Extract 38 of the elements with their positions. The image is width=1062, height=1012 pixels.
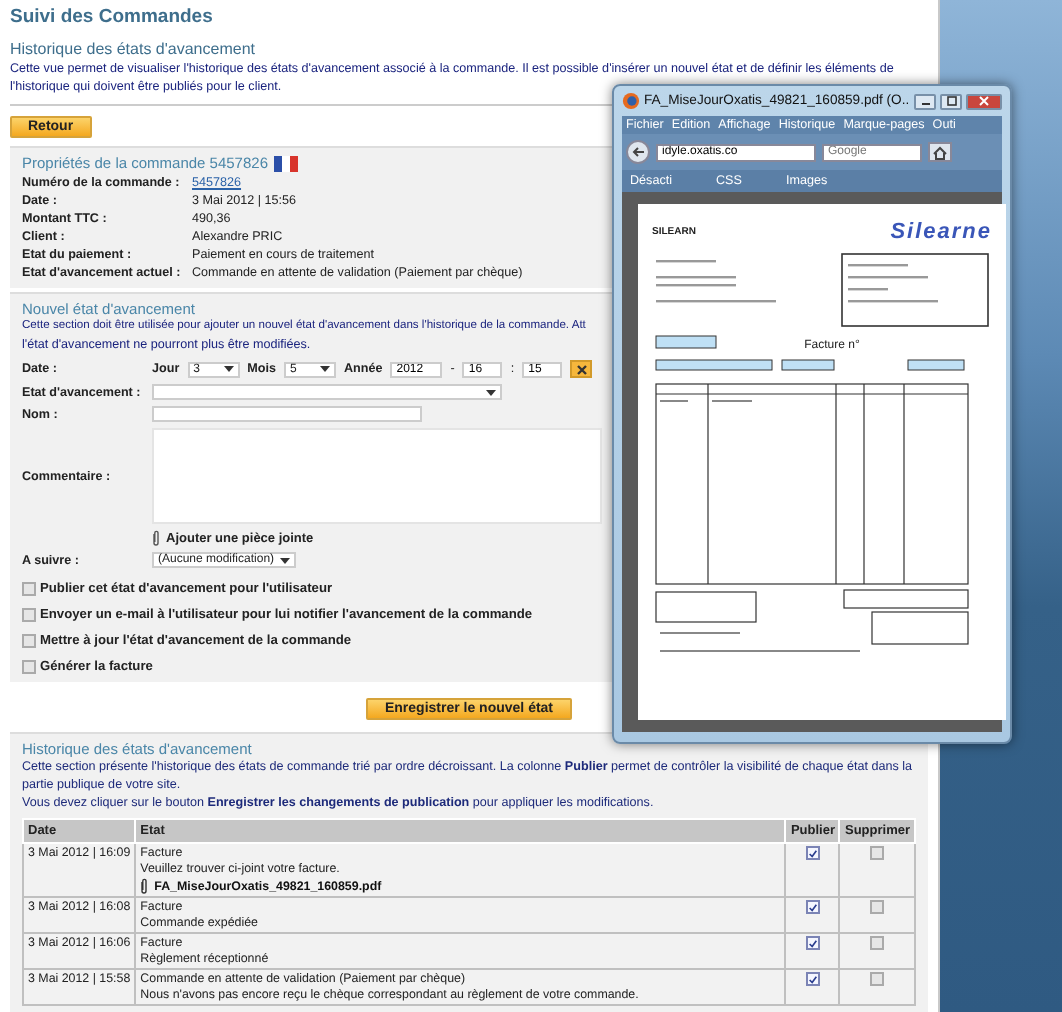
close-icon <box>575 363 588 375</box>
state-select[interactable] <box>152 384 502 400</box>
company-logo: Silearne <box>890 220 992 244</box>
maximize-icon <box>945 96 957 106</box>
delete-checkbox[interactable] <box>870 972 885 986</box>
close-button[interactable] <box>966 93 1002 109</box>
maximize-button[interactable] <box>940 93 962 109</box>
publish-checkbox[interactable] <box>805 900 820 914</box>
section-heading: Historique des états d'avancement <box>10 40 257 58</box>
paperclip-icon <box>152 530 160 546</box>
browser-logo-icon <box>622 92 640 110</box>
caret-icon <box>223 366 234 372</box>
french-flag-icon <box>274 155 298 171</box>
publish-checkbox[interactable] <box>805 936 820 950</box>
paperclip-icon <box>140 878 149 894</box>
publish-checkbox[interactable] <box>805 846 820 860</box>
comment-field[interactable] <box>152 428 602 524</box>
caret-icon <box>320 366 330 372</box>
page-title: Suivi des Commandes <box>10 6 215 28</box>
clear-date-button[interactable] <box>570 360 593 378</box>
back-arrow-icon <box>631 146 645 158</box>
checkbox[interactable] <box>22 582 36 596</box>
delete-checkbox[interactable] <box>870 846 885 860</box>
minimize-icon <box>919 97 931 105</box>
home-button[interactable] <box>928 142 952 162</box>
delete-checkbox[interactable] <box>870 936 885 950</box>
close-icon <box>978 96 990 106</box>
checkbox[interactable] <box>22 608 36 622</box>
publish-checkbox[interactable] <box>805 972 820 986</box>
caret-icon <box>486 389 496 395</box>
checkbox[interactable] <box>22 660 36 674</box>
home-icon <box>932 145 948 159</box>
delete-checkbox[interactable] <box>870 900 885 914</box>
caret-icon <box>280 557 290 563</box>
minimize-button[interactable] <box>914 93 936 109</box>
back-arrow-button[interactable] <box>626 140 650 164</box>
name-field[interactable] <box>152 406 422 422</box>
checkbox[interactable] <box>22 634 36 648</box>
